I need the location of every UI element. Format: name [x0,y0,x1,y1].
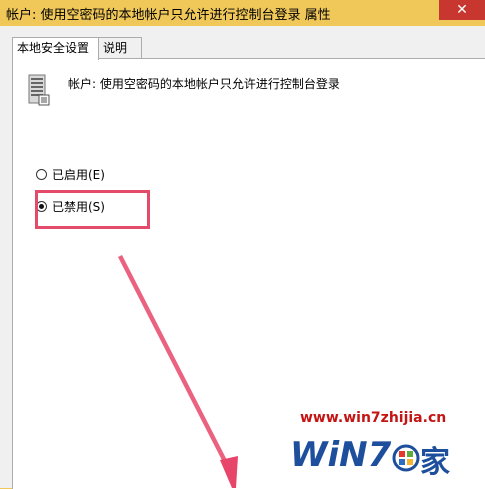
watermark-logo-char: 家 [420,445,450,480]
title-bar: 帐户: 使用空密码的本地帐户只允许进行控制台登录 属性 ✕ [0,0,485,26]
tab-label: 说明 [103,41,128,55]
tab-explain[interactable]: 说明 [98,37,142,59]
window-title: 帐户: 使用空密码的本地帐户只允许进行控制台登录 属性 [6,8,331,23]
watermark-url: www.win7zhijia.cn [300,410,447,426]
tab-local-security-setting[interactable]: 本地安全设置 [12,37,99,60]
option-enabled[interactable]: 已启用(E) [36,166,105,182]
highlight-box [35,190,150,229]
close-button[interactable]: ✕ [439,0,485,20]
watermark-logo: WiN7 家 [290,435,450,480]
server-policy-icon [28,74,50,106]
watermark-logo-text: WiN7 [290,435,392,475]
option-enabled-label: 已启用(E) [52,167,105,182]
radio-enabled[interactable] [36,168,47,180]
policy-title: 帐户: 使用空密码的本地帐户只允许进行控制台登录 [68,77,340,91]
tab-label: 本地安全设置 [17,41,90,55]
close-icon: ✕ [456,2,468,18]
